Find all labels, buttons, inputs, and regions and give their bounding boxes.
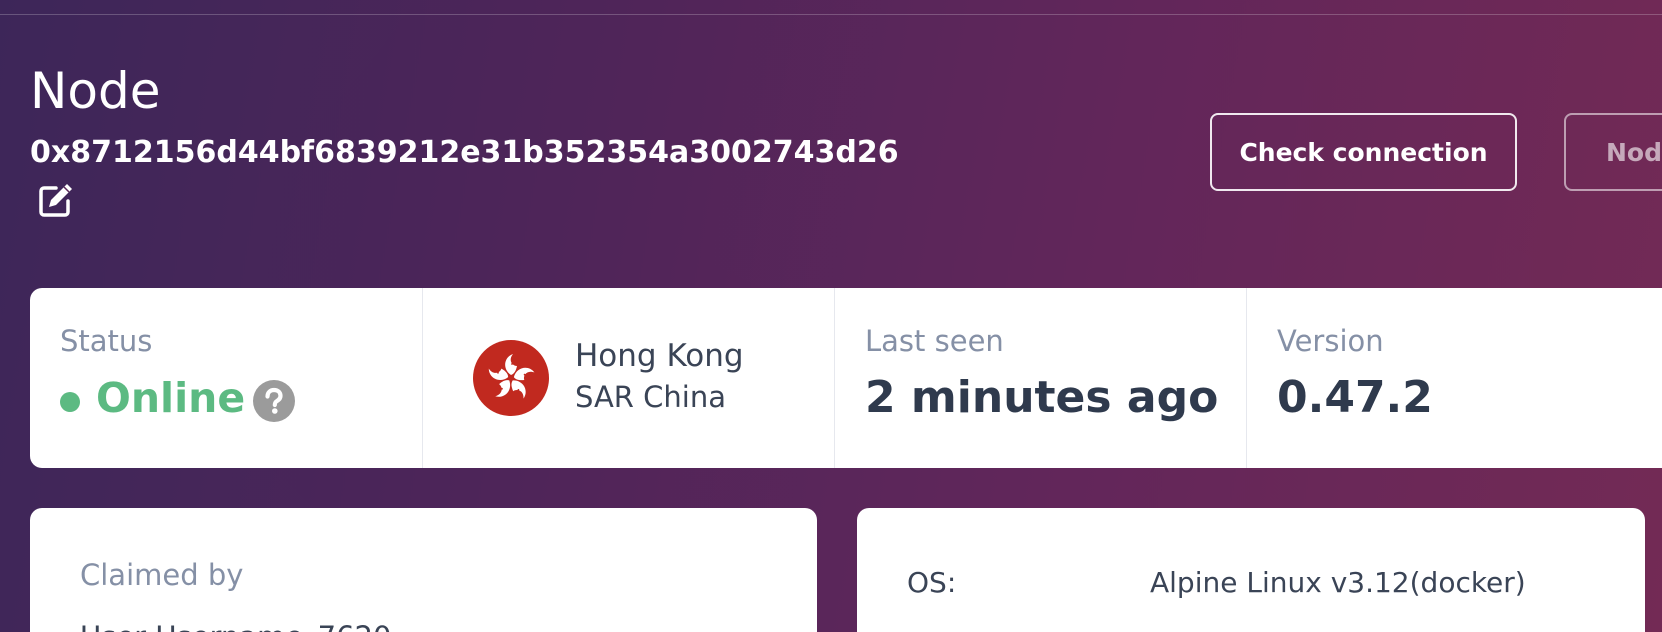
os-value: Alpine Linux v3.12(docker) (1150, 566, 1526, 599)
node-address: 0x8712156d44bf6839212e31b352354a3002743d… (30, 135, 899, 170)
status-dot-icon (60, 392, 80, 412)
status-stat: Status Online (30, 288, 423, 468)
edit-icon[interactable] (36, 180, 76, 220)
location-region: SAR China (575, 380, 726, 414)
version-label: Version (1277, 324, 1384, 358)
claimed-by-value: User Username_7620 (80, 620, 391, 632)
location-name: Hong Kong (575, 338, 744, 374)
header-divider (0, 14, 1662, 15)
system-info-panel: OS: Alpine Linux v3.12(docker) (857, 508, 1645, 632)
node-stats-card: Status Online Hong Kong SAR China Last s… (30, 288, 1662, 468)
last-seen-value: 2 minutes ago (865, 372, 1219, 423)
help-icon[interactable] (253, 380, 295, 422)
status-label: Status (60, 324, 153, 358)
page-title: Node (30, 62, 161, 120)
last-seen-label: Last seen (865, 324, 1004, 358)
last-seen-stat: Last seen 2 minutes ago (835, 288, 1247, 468)
location-stat: Hong Kong SAR China (423, 288, 835, 468)
claimed-by-label: Claimed by (80, 558, 244, 592)
node-button[interactable]: Node (1564, 113, 1662, 191)
version-value: 0.47.2 (1277, 372, 1433, 423)
check-connection-button[interactable]: Check connection (1210, 113, 1517, 191)
os-label: OS: (907, 566, 957, 599)
version-stat: Version 0.47.2 (1247, 288, 1662, 468)
status-value: Online (96, 374, 246, 422)
claimed-by-panel: Claimed by User Username_7620 (30, 508, 817, 632)
hong-kong-flag-icon (473, 340, 549, 416)
